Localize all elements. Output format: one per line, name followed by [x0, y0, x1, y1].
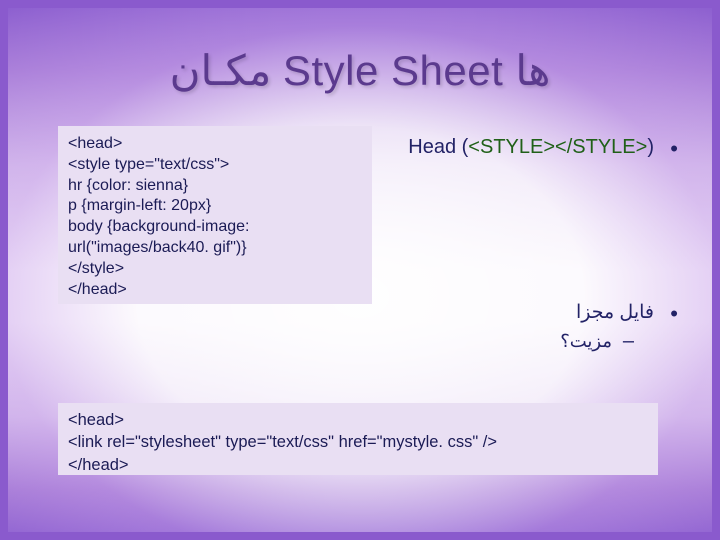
- bullet-icon: •: [670, 136, 678, 162]
- code-line: </head>: [68, 454, 648, 476]
- paren: (: [647, 136, 654, 158]
- code-line: <link rel="stylesheet" type="text/css" h…: [68, 431, 648, 453]
- code-box-link-style: <head> <link rel="stylesheet" type="text…: [58, 403, 658, 475]
- code-line: <style type="text/css">: [68, 155, 362, 176]
- code-line: body {background-image:: [68, 217, 362, 238]
- bullet-head-line: (<STYLE></STYLE>) Head: [408, 136, 654, 159]
- bullet-icon: •: [670, 301, 678, 327]
- code-line: hr {color: sienna}: [68, 176, 362, 197]
- code-line: <head>: [68, 409, 648, 431]
- head-word: Head: [408, 136, 461, 158]
- dash-icon: –: [623, 330, 634, 353]
- code-box-inline-style: <head> <style type="text/css"> hr {color…: [58, 126, 372, 304]
- bullet-external-file: فایل مجزا: [576, 301, 654, 324]
- code-line: <head>: [68, 134, 362, 155]
- code-line: url("images/back40. gif")}: [68, 238, 362, 259]
- slide: مکـان Style Sheet ها <head> <style type=…: [8, 8, 712, 532]
- code-line: </style>: [68, 259, 362, 280]
- sub-bullet-advantage: مزیت؟: [560, 331, 612, 352]
- slide-title: مکـان Style Sheet ها: [8, 46, 712, 95]
- code-line: </head>: [68, 280, 362, 301]
- code-line: p {margin-left: 20px}: [68, 196, 362, 217]
